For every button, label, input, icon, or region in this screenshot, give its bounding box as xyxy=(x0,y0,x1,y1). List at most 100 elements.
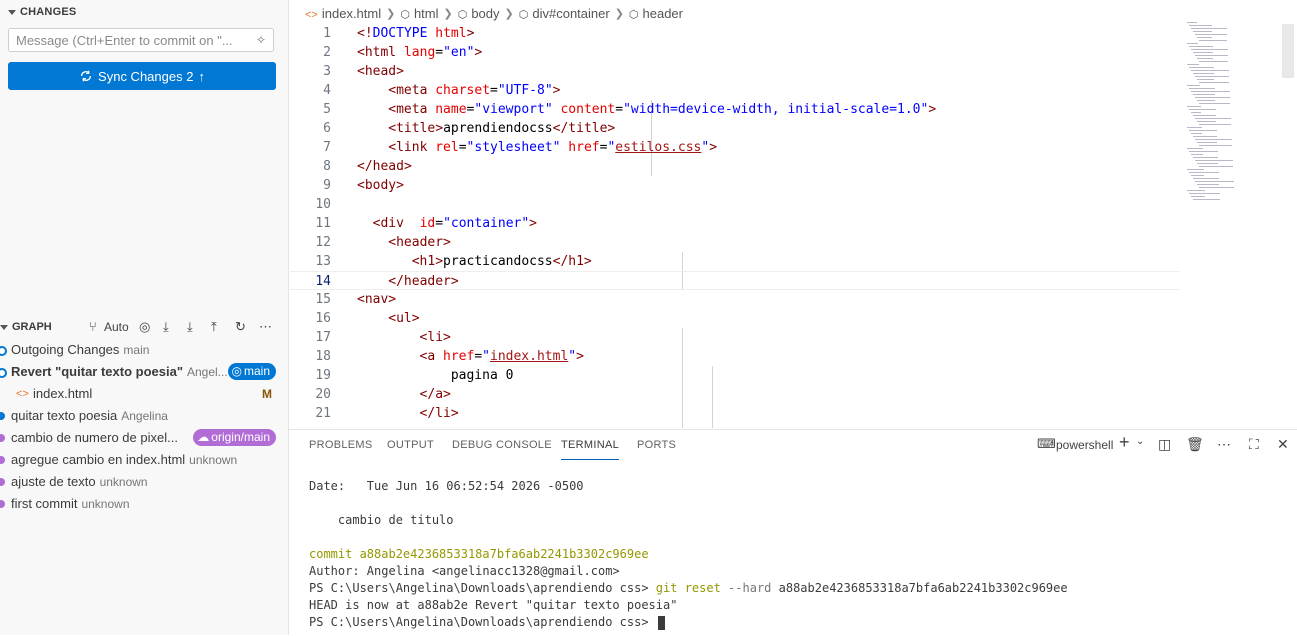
close-icon[interactable]: ✕ xyxy=(1277,436,1289,453)
minimap[interactable] xyxy=(1183,22,1263,202)
minimap-line xyxy=(1199,82,1229,83)
code-line[interactable]: 10 xyxy=(290,195,1180,214)
code-text: <a href="index.html"> xyxy=(420,347,584,366)
maximize-icon[interactable]: ⛶ xyxy=(1249,436,1259,453)
changes-section-header[interactable]: CHANGES xyxy=(8,6,76,18)
code-token: "en" xyxy=(443,45,475,60)
line-number: 2 xyxy=(323,45,331,60)
graph-commit-row[interactable]: quitar texto poesia Angelina xyxy=(0,405,288,427)
graph-commit-row[interactable]: ajuste de texto unknown xyxy=(0,471,288,493)
code-token: <body> xyxy=(357,178,404,193)
code-line[interactable]: 9 <body> xyxy=(290,176,1180,195)
code-text: <title>aprendiendocss</title> xyxy=(388,119,615,138)
trash-icon[interactable]: 🗑 xyxy=(1186,436,1204,453)
scrollbar-thumb[interactable] xyxy=(1282,24,1294,78)
tab-output[interactable]: OUTPUT xyxy=(387,439,434,451)
minimap-line xyxy=(1197,100,1215,101)
code-line[interactable]: 1 <!DOCTYPE html> xyxy=(290,24,1180,43)
code-line[interactable]: 12 <header> xyxy=(290,233,1180,252)
pull-icon[interactable]: ⤓ xyxy=(187,319,193,335)
sync-changes-button[interactable]: Sync Changes 2 ↑ xyxy=(8,62,276,90)
push-icon[interactable]: ⤒ xyxy=(211,319,217,335)
code-text: <header> xyxy=(388,233,451,252)
editor-scrollbar[interactable] xyxy=(1280,24,1294,428)
code-line[interactable]: 16 <ul> xyxy=(290,309,1180,328)
graph-section-header[interactable]: GRAPH ⑂ Auto ◎ ⤓ ⤓ ⤒ ↻ ⋯ xyxy=(0,318,288,338)
code-token: charset xyxy=(435,83,491,98)
minimap-line xyxy=(1195,181,1234,182)
code-editor[interactable]: 1 <!DOCTYPE html> 2 <html lang="en"> 3 <head>… xyxy=(290,24,1190,428)
code-line[interactable]: 13 <h1>practicandocss</h1> xyxy=(290,252,1180,271)
terminal-text: HEAD is now at a88ab2e Revert "quitar te… xyxy=(309,598,678,612)
code-line[interactable]: 2 <html lang="en"> xyxy=(290,43,1180,62)
code-line[interactable]: 11 <div id="container"> xyxy=(290,214,1180,233)
minimap-line xyxy=(1197,121,1216,122)
code-line[interactable]: 21 </li> xyxy=(290,404,1180,423)
breadcrumb-item[interactable]: ⬡ div#container xyxy=(519,6,610,21)
code-line[interactable]: 17 <li> xyxy=(290,328,1180,347)
minimap-line xyxy=(1199,103,1230,104)
tab-terminal[interactable]: TERMINAL xyxy=(561,439,620,460)
graph-auto-label[interactable]: Auto xyxy=(104,320,129,334)
more-actions-icon[interactable]: ⋯ xyxy=(1217,436,1231,453)
graph-commit-row[interactable]: Outgoing Changes main xyxy=(0,339,288,361)
code-line[interactable]: 8 </head> xyxy=(290,157,1180,176)
code-line[interactable]: 19 pagina 0 xyxy=(290,366,1180,385)
code-line[interactable]: 14 </header> xyxy=(290,271,1180,290)
code-token: = xyxy=(435,45,444,60)
shell-label[interactable]: powershell xyxy=(1056,438,1113,452)
breadcrumb-item[interactable]: <> index.html xyxy=(305,6,381,21)
code-line[interactable]: 7 <link rel="stylesheet" href="estilos.cs… xyxy=(290,138,1180,157)
code-line[interactable]: 6 <title>aprendiendocss</title> xyxy=(290,119,1180,138)
breadcrumb-item[interactable]: ⬡ header xyxy=(629,6,683,21)
line-number: 11 xyxy=(315,216,331,231)
target-icon[interactable]: ◎ xyxy=(139,319,150,335)
more-actions-icon[interactable]: ⋯ xyxy=(259,319,272,335)
line-number: 12 xyxy=(315,235,331,250)
graph-file-row[interactable]: <> index.html M xyxy=(0,383,288,405)
new-terminal-icon[interactable]: + xyxy=(1119,432,1130,453)
branch-badge[interactable]: ☁ origin/main xyxy=(193,429,276,446)
code-text: <link rel="stylesheet" href="estilos.css… xyxy=(388,138,717,157)
tab-debug-console[interactable]: DEBUG CONSOLE xyxy=(452,439,552,451)
code-line[interactable]: 5 <meta name="viewport" content="width=de… xyxy=(290,100,1180,119)
commit-author: Angelina xyxy=(121,409,168,423)
file-status: M xyxy=(262,387,272,401)
code-line[interactable]: 18 <a href="index.html"> xyxy=(290,347,1180,366)
tab-ports[interactable]: PORTS xyxy=(637,439,676,451)
code-text: <meta name="viewport" content="width=dev… xyxy=(388,100,936,119)
breadcrumb-item[interactable]: ⬡ body xyxy=(458,6,500,21)
sparkle-icon[interactable]: ✧ xyxy=(256,33,266,47)
minimap-line xyxy=(1199,40,1227,41)
code-line[interactable]: 15 <nav> xyxy=(290,290,1180,309)
terminal-text: PS C:\Users\Angelina\Downloads\aprendien… xyxy=(309,581,656,595)
commit-title: Revert "quitar texto poesia" xyxy=(11,364,183,379)
breadcrumb-item[interactable]: ⬡ html xyxy=(400,6,438,21)
branch-badge[interactable]: ◎ main xyxy=(227,363,276,380)
split-terminal-icon[interactable]: ◫ xyxy=(1158,436,1171,453)
code-line[interactable]: 4 <meta charset="UTF-8"> xyxy=(290,81,1180,100)
code-line[interactable]: 3 <head> xyxy=(290,62,1180,81)
minimap-line xyxy=(1199,166,1233,167)
graph-commit-row[interactable]: first commit unknown xyxy=(0,493,288,515)
breadcrumb-label: html xyxy=(413,5,439,21)
graph-commit-row[interactable]: Revert "quitar texto poesia" Angel... ◎ mai… xyxy=(0,361,288,383)
code-token: " xyxy=(568,349,577,364)
minimap-line xyxy=(1197,163,1218,164)
code-token: <header> xyxy=(388,235,451,250)
chevron-down-icon[interactable]: ⌄ xyxy=(1136,436,1144,447)
code-token: = xyxy=(474,349,483,364)
code-line[interactable]: 20 </a> xyxy=(290,385,1180,404)
code-token: html xyxy=(435,26,467,41)
graph-commit-row[interactable]: cambio de numero de pixel... ☁ origin/main xyxy=(0,427,288,449)
line-number: 5 xyxy=(323,102,331,117)
branch-icon[interactable]: ⑂ xyxy=(89,319,97,334)
branch-badge-label: main xyxy=(243,364,270,378)
minimap-line xyxy=(1191,70,1229,71)
refresh-icon[interactable]: ↻ xyxy=(235,319,246,335)
fetch-icon[interactable]: ⤓ xyxy=(163,319,169,335)
tab-problems[interactable]: PROBLEMS xyxy=(309,439,373,451)
graph-commit-row[interactable]: agregue cambio en index.html unknown xyxy=(0,449,288,471)
commit-message-input[interactable]: Message (Ctrl+Enter to commit on "... ✧ xyxy=(8,28,274,52)
code-text: </header> xyxy=(388,272,458,291)
